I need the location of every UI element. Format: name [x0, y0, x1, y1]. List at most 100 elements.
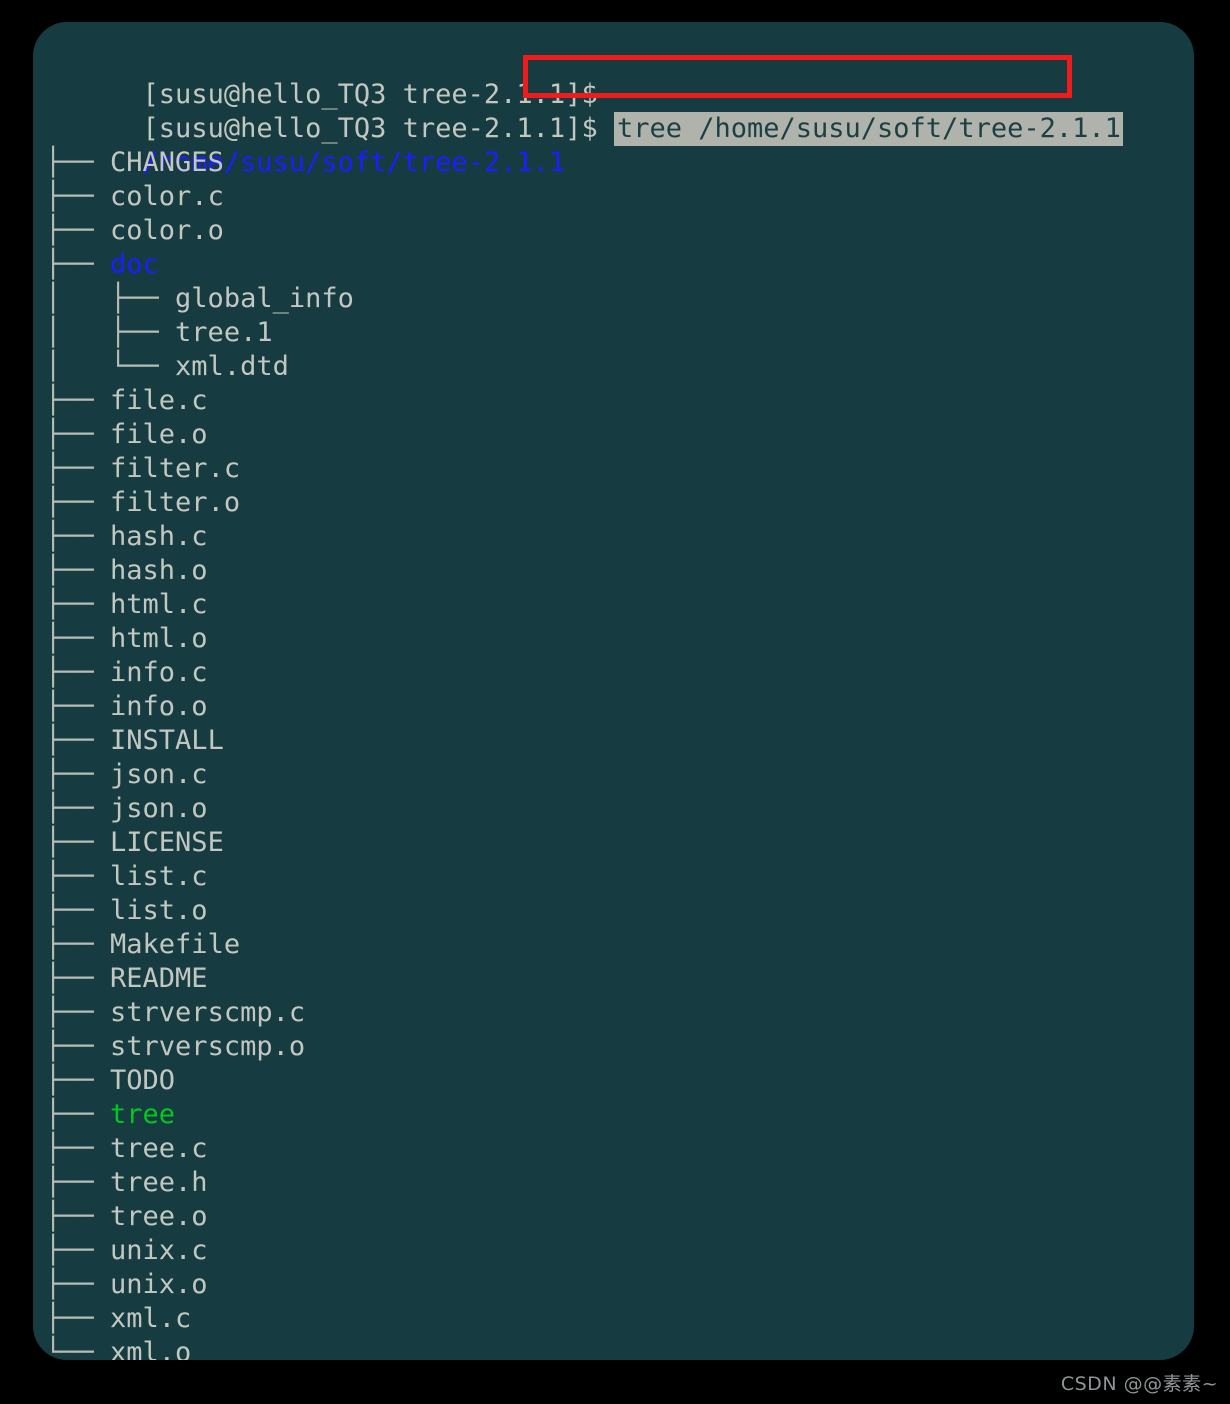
tree-entry-row: ├── LICENSE	[45, 826, 224, 860]
typed-command[interactable]: tree /home/susu/soft/tree-2.1.1	[613, 112, 1123, 146]
watermark: CSDN @@素素~	[1060, 1373, 1218, 1395]
tree-entry-file: README	[110, 963, 208, 994]
tree-entry-file: list.o	[110, 895, 208, 926]
tree-entry-row: ├── info.c	[45, 656, 208, 690]
tree-entry-row: ├── filter.c	[45, 452, 240, 486]
tree-branch-glyph: ├──	[45, 1065, 111, 1096]
tree-entry-row: ├── file.c	[45, 384, 208, 418]
tree-branch-glyph: ├──	[45, 725, 111, 756]
tree-entry-file: html.o	[110, 623, 208, 654]
tree-branch-glyph: │ ├──	[45, 283, 176, 314]
tree-branch-glyph: ├──	[45, 555, 111, 586]
tree-entry-file: tree.o	[110, 1201, 208, 1232]
tree-entry-file: html.c	[110, 589, 208, 620]
tree-entry-row: ├── list.c	[45, 860, 208, 894]
tree-entry-file: list.c	[110, 861, 208, 892]
tree-entry-row: ├── html.c	[45, 588, 208, 622]
tree-entry-file: file.c	[110, 385, 208, 416]
tree-entry-file: xml.o	[110, 1337, 192, 1360]
tree-entry-file: TODO	[110, 1065, 176, 1096]
tree-branch-glyph: ├──	[45, 657, 111, 688]
tree-entry-row: ├── unix.c	[45, 1234, 208, 1268]
tree-branch-glyph: ├──	[45, 453, 111, 484]
tree-branch-glyph: ├──	[45, 1167, 111, 1198]
tree-entry-file: global_info	[175, 283, 354, 314]
tree-branch-glyph: ├──	[45, 861, 111, 892]
tree-entry-row: ├── hash.c	[45, 520, 208, 554]
tree-entry-directory: doc	[110, 249, 159, 280]
tree-branch-glyph: ├──	[45, 1201, 111, 1232]
tree-entry-row: ├── color.o	[45, 214, 224, 248]
tree-entry-file: json.o	[110, 793, 208, 824]
tree-entry-row: ├── CHANGES	[45, 146, 224, 180]
tree-entry-row: ├── list.o	[45, 894, 208, 928]
tree-entry-row: ├── TODO	[45, 1064, 175, 1098]
tree-entry-row: ├── INSTALL	[45, 724, 224, 758]
tree-entry-row: ├── README	[45, 962, 208, 996]
tree-entry-row: ├── html.o	[45, 622, 208, 656]
tree-entry-row: ├── tree.c	[45, 1132, 208, 1166]
tree-branch-glyph: ├──	[45, 759, 111, 790]
tree-entry-file: info.c	[110, 657, 208, 688]
tree-branch-glyph: └──	[45, 1337, 111, 1360]
tree-entry-file: Makefile	[110, 929, 241, 960]
tree-entry-row: ├── file.o	[45, 418, 208, 452]
tree-branch-glyph: ├──	[45, 521, 111, 552]
tree-entry-file: INSTALL	[110, 725, 224, 756]
tree-root-path-line: /home/susu/soft/tree-2.1.1	[45, 112, 566, 178]
tree-entry-row: ├── json.c	[45, 758, 208, 792]
tree-entry-file: strverscmp.c	[110, 997, 306, 1028]
tree-branch-glyph: ├──	[45, 487, 111, 518]
tree-entry-file: tree.1	[175, 317, 273, 348]
tree-entry-file: xml.c	[110, 1303, 192, 1334]
tree-entry-file: hash.o	[110, 555, 208, 586]
tree-entry-file: info.o	[110, 691, 208, 722]
tree-branch-glyph: ├──	[45, 1303, 111, 1334]
terminal-screen[interactable]: [susu@hello_TQ3 tree-2.1.1]$ [susu@hello…	[33, 22, 1194, 1360]
tree-entry-file: color.o	[110, 215, 224, 246]
tree-entry-executable: tree	[110, 1099, 176, 1130]
tree-entry-row: │ └── xml.dtd	[45, 350, 289, 384]
tree-branch-glyph: ├──	[45, 1031, 111, 1062]
tree-branch-glyph: ├──	[45, 181, 111, 212]
tree-entry-row: └── xml.o	[45, 1336, 191, 1360]
tree-entry-file: file.o	[110, 419, 208, 450]
tree-entry-row: ├── filter.o	[45, 486, 240, 520]
tree-branch-glyph: │ └──	[45, 351, 176, 382]
tree-entry-row: ├── json.o	[45, 792, 208, 826]
tree-entry-row: │ ├── global_info	[45, 282, 354, 316]
tree-branch-glyph: ├──	[45, 929, 111, 960]
tree-branch-glyph: ├──	[45, 249, 111, 280]
tree-entry-row: ├── info.o	[45, 690, 208, 724]
tree-entry-file: xml.dtd	[175, 351, 289, 382]
tree-entry-file: tree.c	[110, 1133, 208, 1164]
tree-entry-row: ├── strverscmp.c	[45, 996, 305, 1030]
tree-branch-glyph: ├──	[45, 215, 111, 246]
tree-branch-glyph: ├──	[45, 589, 111, 620]
tree-branch-glyph: ├──	[45, 1099, 111, 1130]
tree-entry-file: tree.h	[110, 1167, 208, 1198]
tree-entry-row: ├── doc	[45, 248, 159, 282]
tree-branch-glyph: ├──	[45, 1269, 111, 1300]
tree-entry-row: ├── Makefile	[45, 928, 240, 962]
tree-entry-row: ├── unix.o	[45, 1268, 208, 1302]
tree-entry-row: ├── tree.o	[45, 1200, 208, 1234]
tree-branch-glyph: ├──	[45, 623, 111, 654]
tree-entry-row: │ ├── tree.1	[45, 316, 273, 350]
tree-entry-file: CHANGES	[110, 147, 224, 178]
tree-branch-glyph: │ ├──	[45, 317, 176, 348]
tree-entry-row: ├── xml.c	[45, 1302, 191, 1336]
tree-entry-row: ├── hash.o	[45, 554, 208, 588]
tree-branch-glyph: ├──	[45, 793, 111, 824]
terminal-window[interactable]: [susu@hello_TQ3 tree-2.1.1]$ [susu@hello…	[33, 22, 1194, 1360]
tree-entry-file: LICENSE	[110, 827, 224, 858]
tree-branch-glyph: ├──	[45, 997, 111, 1028]
tree-branch-glyph: ├──	[45, 147, 111, 178]
tree-entry-file: filter.c	[110, 453, 241, 484]
tree-entry-file: unix.o	[110, 1269, 208, 1300]
tree-entry-row: ├── tree.h	[45, 1166, 208, 1200]
tree-branch-glyph: ├──	[45, 691, 111, 722]
tree-entry-file: filter.o	[110, 487, 241, 518]
tree-branch-glyph: ├──	[45, 1133, 111, 1164]
tree-branch-glyph: ├──	[45, 963, 111, 994]
